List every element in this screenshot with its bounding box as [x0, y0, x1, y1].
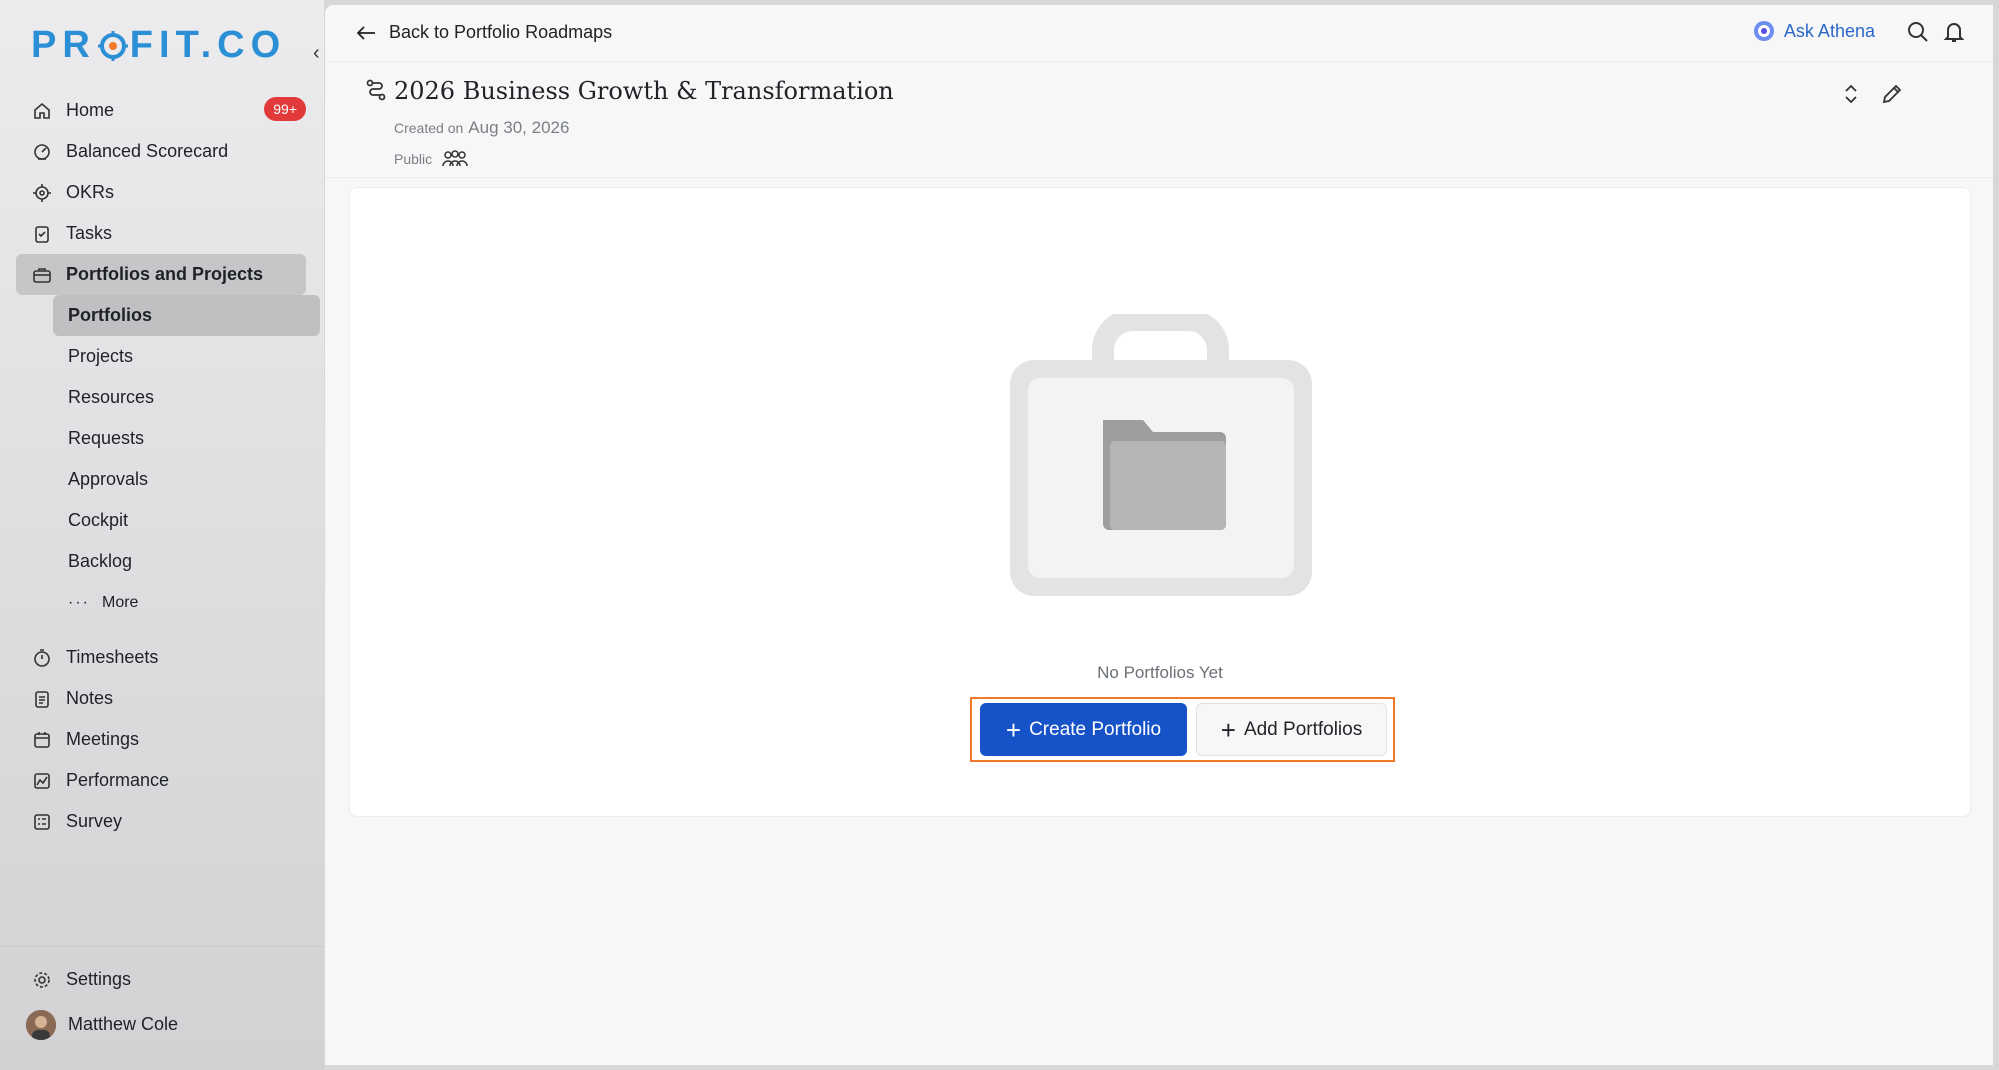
sidebar-item-label: Home — [66, 100, 115, 120]
sidebar-item-label: Performance — [66, 770, 170, 790]
collapse-sidebar-icon[interactable]: ‹ — [313, 42, 320, 65]
sidebar-item-label: Meetings — [66, 729, 140, 749]
created-on: Created on Aug 30, 2026 — [394, 118, 569, 138]
add-portfolios-label: Add Portfolios — [1243, 718, 1363, 740]
user-profile[interactable]: Matthew Cole — [16, 1004, 306, 1045]
scorecard-icon — [30, 140, 54, 164]
more-dots-icon: ··· — [68, 593, 90, 611]
sidebar-subitem-label: Approvals — [68, 469, 149, 489]
survey-icon — [30, 810, 54, 834]
page-title: 2026 Business Growth & Transformation — [394, 77, 894, 105]
gear-icon — [30, 968, 54, 992]
add-portfolios-button[interactable]: + Add Portfolios — [1196, 703, 1387, 756]
sidebar-subitem-cockpit[interactable]: Cockpit — [53, 500, 320, 541]
edit-pencil-icon[interactable] — [1880, 82, 1904, 106]
home-icon — [30, 99, 54, 123]
sidebar-subitem-backlog[interactable]: Backlog — [53, 541, 320, 582]
users-group-icon — [442, 150, 468, 167]
sidebar-subitem-label: Resources — [68, 387, 155, 407]
sidebar-item-label: Timesheets — [66, 647, 159, 667]
sidebar-item-label: Survey — [66, 811, 123, 831]
calendar-icon — [30, 728, 54, 752]
sidebar-item-label: Balanced Scorecard — [66, 141, 229, 161]
ask-athena-label: Ask Athena — [1783, 20, 1875, 41]
sidebar-subitem-portfolios[interactable]: Portfolios — [53, 295, 320, 336]
visibility-label: Public — [394, 151, 433, 167]
ask-athena-button[interactable]: Ask Athena — [1752, 19, 1875, 43]
main-content: Back to Portfolio Roadmaps Ask Athena 20… — [325, 5, 1993, 1065]
sidebar-item-settings[interactable]: Settings — [16, 959, 306, 1000]
sidebar-subitem-more[interactable]: ··· More — [53, 582, 320, 623]
sidebar-item-home[interactable]: Home 99+ — [16, 90, 306, 131]
sidebar-subitem-label: More — [101, 593, 139, 611]
back-label: Back to Portfolio Roadmaps — [389, 22, 613, 42]
portfolio-actions: + Create Portfolio + Add Portfolios — [970, 697, 1395, 762]
roadmap-header: 2026 Business Growth & Transformation Cr… — [325, 62, 1993, 178]
sidebar: PR FIT.CO ‹ Home 99+ Balanced Scorecard O… — [0, 0, 324, 1070]
created-label: Created on — [394, 120, 464, 136]
create-portfolio-label: Create Portfolio — [1029, 718, 1162, 740]
sidebar-subitem-projects[interactable]: Projects — [53, 336, 320, 377]
route-icon — [366, 79, 386, 101]
sidebar-item-label: OKRs — [66, 182, 115, 202]
user-name: Matthew Cole — [68, 1014, 179, 1034]
sidebar-item-portfolios-and-projects[interactable]: Portfolios and Projects — [16, 254, 306, 295]
sidebar-subitem-approvals[interactable]: Approvals — [53, 459, 320, 500]
expand-collapse-icon[interactable] — [1839, 82, 1863, 106]
athena-icon — [1753, 21, 1774, 41]
sidebar-item-tasks[interactable]: Tasks — [16, 213, 306, 254]
empty-state-card: No Portfolios Yet + Create Portfolio + A… — [349, 187, 1971, 817]
sidebar-nav: Home 99+ Balanced Scorecard OKRs Tasks P… — [16, 90, 320, 842]
stopwatch-icon — [30, 646, 54, 670]
briefcase-icon — [30, 263, 54, 287]
sidebar-subitem-requests[interactable]: Requests — [53, 418, 320, 459]
sidebar-item-okrs[interactable]: OKRs — [16, 172, 306, 213]
created-date: Aug 30, 2026 — [468, 118, 570, 137]
sidebar-item-performance[interactable]: Performance — [16, 760, 306, 801]
chart-icon — [30, 769, 54, 793]
sidebar-item-label: Notes — [66, 688, 114, 708]
sidebar-item-notes[interactable]: Notes — [16, 678, 306, 719]
top-bar: Back to Portfolio Roadmaps Ask Athena — [325, 5, 1993, 62]
back-to-roadmaps-link[interactable]: Back to Portfolio Roadmaps — [355, 22, 612, 43]
sidebar-bottom: Settings Matthew Cole — [0, 946, 324, 1045]
sidebar-item-meetings[interactable]: Meetings — [16, 719, 306, 760]
avatar — [26, 1009, 56, 1040]
sidebar-subitem-label: Cockpit — [68, 510, 129, 530]
sidebar-item-survey[interactable]: Survey — [16, 801, 306, 842]
sidebar-item-timesheets[interactable]: Timesheets — [16, 637, 306, 678]
target-icon — [30, 181, 54, 205]
sidebar-item-balanced-scorecard[interactable]: Balanced Scorecard — [16, 131, 306, 172]
sidebar-subitem-label: Portfolios — [68, 305, 152, 325]
sidebar-item-label: Settings — [66, 969, 132, 989]
notification-badge: 99+ — [264, 97, 306, 121]
plus-icon: + — [1220, 714, 1236, 745]
create-portfolio-button[interactable]: + Create Portfolio — [980, 703, 1187, 756]
bell-icon[interactable] — [1942, 20, 1966, 44]
notes-icon — [30, 687, 54, 711]
sidebar-subitem-label: Projects — [68, 346, 134, 366]
plus-icon: + — [1005, 714, 1022, 745]
sidebar-subitem-label: Requests — [68, 428, 145, 448]
clipboard-check-icon — [30, 222, 54, 246]
profitco-logo[interactable]: PR FIT.CO — [31, 24, 286, 67]
visibility: Public — [394, 148, 470, 170]
sidebar-item-label: Tasks — [66, 223, 113, 243]
empty-portfolio-illustration — [1010, 314, 1312, 596]
arrow-left-icon — [356, 25, 375, 40]
sidebar-subitem-resources[interactable]: Resources — [53, 377, 320, 418]
sidebar-item-label: Portfolios and Projects — [66, 264, 264, 284]
search-icon[interactable] — [1906, 20, 1930, 44]
empty-state-message: No Portfolios Yet — [1097, 663, 1223, 682]
sidebar-subitem-label: Backlog — [68, 551, 133, 571]
